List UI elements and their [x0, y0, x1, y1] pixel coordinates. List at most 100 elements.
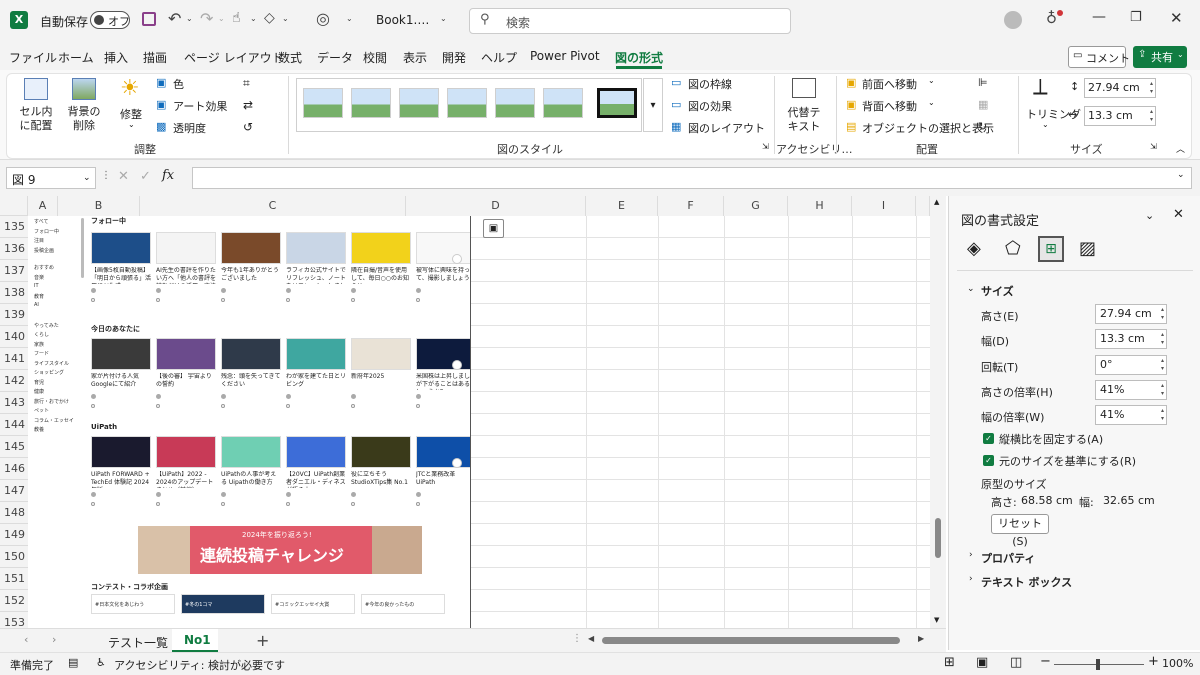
alt-text-button[interactable]: 代替テキスト — [784, 106, 824, 134]
share-button[interactable]: ⇪ 共有 ⌄ — [1133, 46, 1187, 68]
insert-function-icon[interactable]: fx — [162, 168, 174, 183]
properties-chevron-icon[interactable]: › — [969, 550, 973, 560]
color-button[interactable]: 色 — [173, 76, 184, 92]
tab-picture-format[interactable]: 図の形式 — [615, 49, 663, 66]
selection-pane-button[interactable]: オブジェクトの選択と表示 — [862, 120, 994, 136]
spinner-icon[interactable]: ▴ ▾ — [1150, 80, 1153, 96]
scale-height-input[interactable]: 41% ▴ ▾ — [1095, 380, 1167, 400]
row-header[interactable]: 149 — [0, 524, 28, 546]
row-header[interactable]: 135 — [0, 216, 28, 238]
pane-close-icon[interactable]: ✕ — [1173, 207, 1184, 222]
properties-section-header[interactable]: プロパティ — [981, 550, 1035, 566]
art-effects-icon[interactable]: ▣ — [156, 98, 166, 111]
column-header-i[interactable]: I — [852, 196, 916, 216]
size-launcher-icon[interactable]: ⇲ — [1150, 142, 1157, 151]
restore-icon[interactable]: ❐ — [1130, 10, 1142, 25]
picture-style-2[interactable] — [351, 88, 391, 118]
remove-background-icon[interactable] — [72, 78, 96, 100]
spinner-icon[interactable]: ▴ ▾ — [1161, 306, 1164, 322]
touch-dropdown-icon[interactable]: ⌄ — [250, 14, 257, 23]
corrections-dropdown-icon[interactable]: ⌄ — [128, 120, 135, 129]
textbox-section-header[interactable]: テキスト ボックス — [981, 574, 1072, 590]
bring-forward-dropdown-icon[interactable]: ⌄ — [928, 76, 935, 85]
accessibility-icon[interactable]: ♿ — [96, 656, 106, 669]
save-icon[interactable] — [142, 12, 156, 26]
row-header[interactable]: 148 — [0, 502, 28, 524]
row-header[interactable]: 137 — [0, 260, 28, 282]
relative-size-checkbox[interactable]: ✓ — [983, 455, 994, 466]
row-header[interactable]: 152 — [0, 590, 28, 612]
column-header-f[interactable]: F — [658, 196, 724, 216]
align-icon[interactable]: ⊫ — [978, 76, 988, 89]
remove-background-button[interactable]: 背景の削除 — [66, 105, 102, 133]
row-header[interactable]: 151 — [0, 568, 28, 590]
picture-style-6[interactable] — [543, 88, 583, 118]
tab-draw[interactable]: 描画 — [143, 49, 167, 66]
record-icon[interactable]: ◎ — [316, 9, 330, 28]
zoom-slider-thumb[interactable] — [1096, 659, 1100, 670]
scroll-up-icon[interactable]: ▲ — [934, 198, 939, 206]
place-in-cell-button[interactable]: セル内に配置 — [18, 105, 54, 133]
file-name[interactable]: Book1.… — [376, 13, 429, 27]
picture-border-icon[interactable]: ▭ — [671, 76, 681, 89]
formula-input[interactable] — [192, 167, 1192, 189]
spinner-icon[interactable]: ▴ ▾ — [1150, 108, 1153, 124]
row-header[interactable]: 145 — [0, 436, 28, 458]
macro-record-icon[interactable]: ▤ — [68, 656, 78, 669]
row-header[interactable]: 142 — [0, 370, 28, 392]
horizontal-scroll-thumb[interactable] — [602, 637, 900, 644]
tab-data[interactable]: データ — [317, 49, 353, 66]
zoom-out-icon[interactable]: − — [1040, 654, 1051, 669]
redo-icon[interactable]: ↷ — [200, 9, 213, 28]
size-section-chevron-icon[interactable]: ⌄ — [967, 284, 975, 294]
art-effects-button[interactable]: アート効果 — [173, 98, 227, 114]
shape-dropdown-icon[interactable]: ⌄ — [282, 14, 289, 23]
gallery-more-button[interactable]: ▾ — [643, 78, 663, 132]
tab-developer[interactable]: 開発 — [442, 49, 466, 66]
bring-forward-icon[interactable]: ▣ — [846, 76, 856, 89]
customize-qat-icon[interactable]: ⌄ — [346, 14, 353, 23]
column-header-a[interactable]: A — [28, 196, 58, 216]
name-box[interactable]: 図 9 ⌄ — [6, 167, 96, 189]
column-header-g[interactable]: G — [724, 196, 788, 216]
undo-icon[interactable]: ↶ — [168, 9, 181, 28]
spinner-icon[interactable]: ▴ ▾ — [1161, 382, 1164, 398]
tab-file[interactable]: ファイル — [9, 49, 57, 66]
zoom-level[interactable]: 100% — [1162, 657, 1193, 670]
scroll-down-icon[interactable]: ▼ — [934, 616, 939, 624]
spinner-icon[interactable]: ▴ ▾ — [1161, 331, 1164, 347]
tab-insert[interactable]: 挿入 — [104, 49, 128, 66]
picture-handle-icon[interactable]: ▣ — [483, 219, 504, 238]
select-all-corner[interactable] — [0, 196, 28, 216]
shape-icon[interactable]: ◇ — [264, 10, 275, 26]
tab-power-pivot[interactable]: Power Pivot — [530, 49, 600, 63]
normal-view-icon[interactable]: ⊞ — [944, 655, 955, 670]
sheet-tab-test-list[interactable]: テスト一覧 — [108, 634, 168, 651]
sheet-tab-active[interactable]: No1 — [172, 629, 218, 652]
height-input[interactable]: 27.94 cm ▴ ▾ — [1095, 304, 1167, 324]
autosave-toggle[interactable]: オフ — [90, 11, 130, 29]
row-header[interactable]: 144 — [0, 414, 28, 436]
column-header-c[interactable]: C — [140, 196, 406, 216]
pane-options-icon[interactable]: ⌄ — [1145, 209, 1154, 222]
tab-split-icon[interactable]: ⋮ — [572, 633, 582, 644]
tab-review[interactable]: 校閲 — [363, 49, 387, 66]
send-backward-icon[interactable]: ▣ — [846, 98, 856, 111]
more-options-icon[interactable]: ⋮ — [101, 170, 111, 181]
reset-button[interactable]: リセット(S) — [991, 514, 1049, 548]
picture-style-3[interactable] — [399, 88, 439, 118]
picture-effects-icon[interactable]: ▭ — [671, 98, 681, 111]
place-in-cell-icon[interactable] — [24, 78, 48, 100]
close-icon[interactable]: ✕ — [1170, 9, 1183, 27]
vertical-scrollbar[interactable]: ▲ ▼ — [930, 196, 946, 628]
scroll-right-icon[interactable]: ▶ — [918, 634, 924, 643]
selection-pane-icon[interactable]: ▤ — [846, 120, 856, 133]
touch-mode-icon[interactable]: ☝ — [232, 10, 241, 26]
name-box-dropdown-icon[interactable]: ⌄ — [83, 173, 91, 183]
reset-picture-icon[interactable]: ↺ — [243, 120, 253, 134]
transparency-button[interactable]: 透明度 — [173, 120, 206, 136]
rotate-icon[interactable]: ↻ — [978, 120, 987, 133]
add-sheet-icon[interactable]: + — [256, 631, 269, 650]
tab-page-layout[interactable]: ページ レイアウト — [184, 49, 284, 66]
column-header-b[interactable]: B — [58, 196, 140, 216]
